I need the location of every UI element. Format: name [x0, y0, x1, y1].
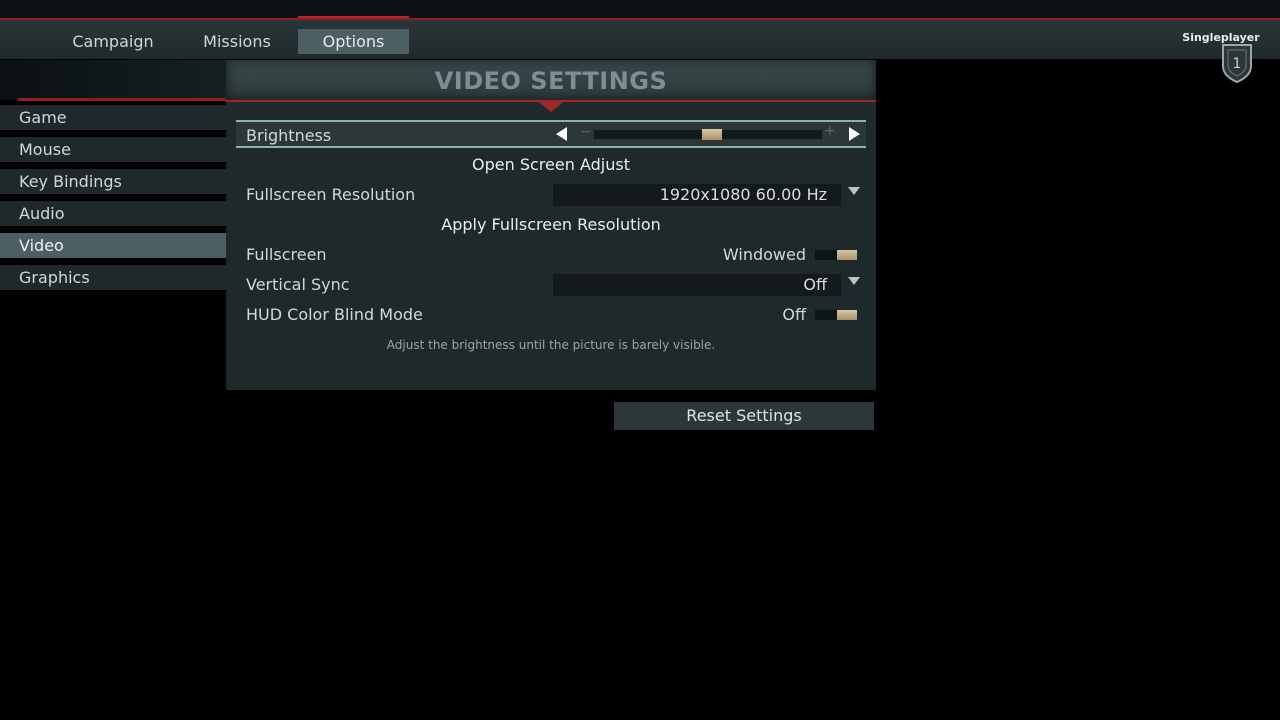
vertical-sync-row[interactable]: Vertical Sync Off — [236, 270, 866, 300]
sidebar-item-graphics[interactable]: Graphics — [0, 265, 226, 290]
panel-header: VIDEO SETTINGS — [226, 60, 876, 100]
hud-color-blind-mode-value: Off — [782, 305, 806, 324]
vertical-sync-dropdown[interactable]: Off — [553, 274, 841, 296]
top-strip — [0, 0, 1280, 18]
fullscreen-resolution-row[interactable]: Fullscreen Resolution 1920x1080 60.00 Hz — [236, 180, 866, 210]
hud-color-blind-mode-toggle[interactable] — [815, 310, 857, 320]
apply-fullscreen-resolution-button[interactable]: Apply Fullscreen Resolution — [236, 215, 866, 234]
toggle-knob — [837, 310, 857, 320]
hint-text: Adjust the brightness until the picture … — [386, 338, 716, 352]
brightness-slider[interactable] — [594, 129, 822, 140]
sidebar-item-video[interactable]: Video — [0, 233, 226, 258]
panel-title: VIDEO SETTINGS — [434, 67, 668, 95]
mode-badge-number: 1 — [1233, 56, 1242, 72]
apply-fullscreen-resolution-row[interactable]: Apply Fullscreen Resolution — [236, 210, 866, 240]
hud-color-blind-mode-row[interactable]: HUD Color Blind Mode Off — [236, 300, 866, 330]
sidebar-item-game[interactable]: Game — [0, 105, 226, 130]
video-settings-panel: VIDEO SETTINGS Brightness − + Open Scree… — [226, 60, 876, 390]
panel-notch-icon — [539, 102, 563, 112]
top-nav-bar: Campaign Missions Options — [0, 18, 1280, 59]
brightness-slider-thumb[interactable] — [702, 129, 722, 140]
toggle-knob — [837, 250, 857, 260]
tab-campaign[interactable]: Campaign — [52, 29, 174, 54]
fullscreen-label: Fullscreen — [246, 245, 327, 264]
fullscreen-value: Windowed — [722, 245, 806, 264]
slider-plus-icon: + — [824, 123, 836, 139]
sidebar-accent-line — [18, 98, 226, 101]
open-screen-adjust-row[interactable]: Open Screen Adjust — [236, 150, 866, 180]
sidebar-header-band — [0, 60, 226, 100]
sidebar-item-mouse[interactable]: Mouse — [0, 137, 226, 162]
sidebar-item-audio[interactable]: Audio — [0, 201, 226, 226]
slider-right-arrow-icon[interactable] — [849, 127, 860, 141]
slider-left-arrow-icon[interactable] — [556, 127, 567, 141]
chevron-down-icon[interactable] — [848, 187, 860, 195]
tab-options-accent — [298, 16, 409, 18]
reset-settings-button[interactable]: Reset Settings — [614, 402, 874, 430]
chevron-down-icon[interactable] — [848, 277, 860, 285]
vertical-sync-label: Vertical Sync — [246, 275, 350, 294]
sidebar-item-key-bindings[interactable]: Key Bindings — [0, 169, 226, 194]
brightness-label: Brightness — [246, 126, 332, 145]
shield-badge-icon: 1 — [1222, 44, 1252, 84]
tab-options[interactable]: Options — [298, 29, 409, 54]
tab-missions[interactable]: Missions — [178, 29, 296, 54]
fullscreen-resolution-dropdown[interactable]: 1920x1080 60.00 Hz — [553, 184, 841, 206]
fullscreen-row[interactable]: Fullscreen Windowed — [236, 240, 866, 270]
fullscreen-toggle[interactable] — [815, 250, 857, 260]
open-screen-adjust-button[interactable]: Open Screen Adjust — [236, 155, 866, 174]
fullscreen-resolution-label: Fullscreen Resolution — [246, 185, 416, 204]
slider-minus-icon: − — [580, 124, 592, 140]
brightness-row[interactable]: Brightness − + — [236, 120, 866, 148]
hud-color-blind-mode-label: HUD Color Blind Mode — [246, 305, 423, 324]
